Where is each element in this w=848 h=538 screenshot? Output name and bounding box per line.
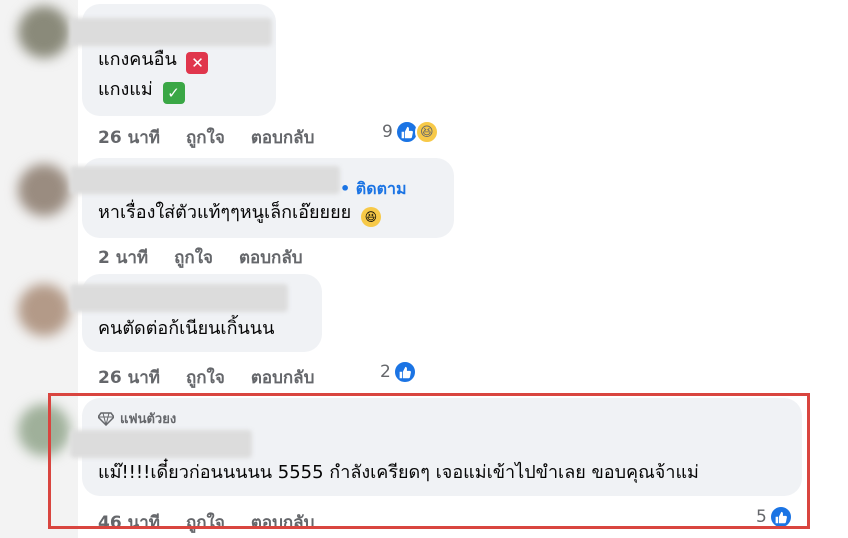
comment-time[interactable]: 26 นาที bbox=[98, 364, 160, 391]
reply-button[interactable]: ตอบกลับ bbox=[251, 124, 315, 151]
like-button[interactable]: ถูกใจ bbox=[186, 124, 225, 151]
like-reaction-icon bbox=[392, 360, 417, 384]
avatar[interactable] bbox=[18, 6, 70, 58]
reply-button[interactable]: ตอบกลับ bbox=[239, 244, 303, 271]
grinning-emoji-icon: 😆 bbox=[360, 207, 381, 227]
commenter-name[interactable] bbox=[70, 18, 272, 46]
like-button[interactable]: ถูกใจ bbox=[186, 364, 225, 391]
haha-reaction-icon: 😆 bbox=[414, 120, 439, 144]
avatar[interactable] bbox=[18, 164, 70, 216]
reply-button[interactable]: ตอบกลับ bbox=[251, 364, 315, 391]
check-mark-icon: ✓ bbox=[162, 82, 185, 104]
highlight-frame bbox=[48, 393, 810, 529]
reaction-summary[interactable]: 2 bbox=[380, 360, 417, 384]
comment-line: แกงคนอืน ✕ bbox=[98, 47, 209, 74]
comment-line: แกงแม่ ✓ bbox=[98, 77, 185, 104]
like-button[interactable]: ถูกใจ bbox=[174, 244, 213, 271]
commenter-name[interactable] bbox=[70, 166, 340, 194]
reaction-count: 2 bbox=[380, 362, 391, 382]
comment-meta: 2 นาที ถูกใจ ตอบกลับ bbox=[98, 244, 303, 271]
commenter-name[interactable] bbox=[70, 284, 288, 312]
comment-meta: 26 นาที ถูกใจ ตอบกลับ bbox=[98, 124, 314, 151]
comment-line: คนตัดต่อก้เนียนเกิ้นนน bbox=[98, 318, 275, 339]
comment-time[interactable]: 2 นาที bbox=[98, 244, 148, 271]
cross-mark-icon: ✕ bbox=[186, 52, 209, 74]
avatar[interactable] bbox=[18, 284, 70, 336]
reaction-count: 9 bbox=[382, 122, 393, 142]
comment-line: หาเรื่องใส่ตัวแท้ๆๆหนูเล็กเอ๊ยยยย 😆 bbox=[98, 200, 381, 227]
reaction-summary[interactable]: 9 😆 bbox=[382, 120, 439, 144]
follow-button[interactable]: • ติดตาม bbox=[340, 177, 407, 202]
comment-time[interactable]: 26 นาที bbox=[98, 124, 160, 151]
comment-meta: 26 นาที ถูกใจ ตอบกลับ bbox=[98, 364, 314, 391]
